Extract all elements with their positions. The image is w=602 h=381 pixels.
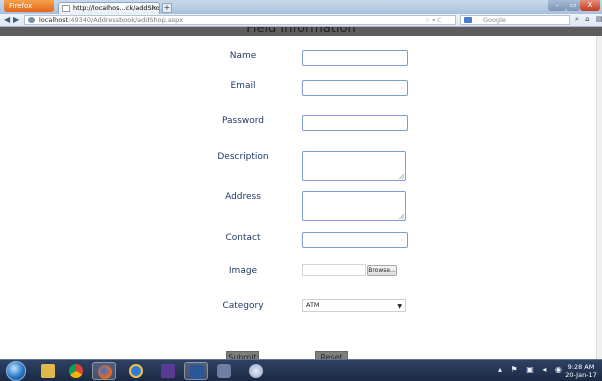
category-selected-value: ATM [306,301,320,309]
window-close-button[interactable]: X [580,0,600,11]
search-box[interactable]: Google [460,15,570,25]
browser-navbar: ◀ ▶ localhost:49340/Addressbook/addShop.… [0,14,602,27]
address-label: Address [225,192,261,202]
visual-studio-icon[interactable] [156,362,180,380]
vertical-scrollbar[interactable] [596,36,602,359]
clock-time: 9:28 AM [567,363,595,371]
ie-icon[interactable] [124,362,148,380]
resize-grip-icon[interactable] [399,214,404,219]
window-maximize-button[interactable]: ▭ [566,0,580,11]
window-minimize-button[interactable]: – [548,0,566,11]
site-identity-icon[interactable] [28,17,35,23]
address-bar[interactable]: localhost:49340/Addressbook/addShop.aspx… [24,15,456,25]
category-label: Category [222,301,264,311]
url-path: :49340/Addressbook/addShop.aspx [68,16,184,24]
windows-taskbar: ▴ ⚑ ▣ ◂ ◉ 9:28 AM 20-Jan-17 [0,359,602,381]
start-button-icon[interactable] [6,361,26,381]
media-icon[interactable] [212,362,236,380]
word-icon[interactable] [184,362,208,380]
page-header: Field Information [0,27,602,36]
resize-grip-icon[interactable] [399,174,404,179]
system-tray-icons[interactable]: ▴ ⚑ ▣ ◂ ◉ [498,365,565,374]
page-title: Field Information [246,27,356,36]
screen: Firefox http://localhos...ck/addShop.asp… [0,0,602,381]
description-label: Description [217,152,269,162]
browser-tab[interactable]: http://localhos...ck/addShop.aspx × [58,2,160,14]
page-favicon-icon [62,5,70,12]
browse-button[interactable]: Browse... [367,265,397,276]
chevron-down-icon[interactable]: ▼ [397,303,402,311]
url-host: localhost [39,16,69,24]
chrome-icon[interactable] [64,362,88,380]
windows-explorer-icon[interactable] [36,362,60,380]
description-textarea[interactable] [302,151,406,181]
search-placeholder: Google [483,16,506,24]
url-tools[interactable]: ☆ ▾ C [425,16,441,24]
new-tab-button[interactable]: + [162,3,172,13]
contact-input[interactable] [302,232,408,248]
forward-arrow-icon[interactable]: ▶ [13,15,19,25]
firefox-icon[interactable] [92,362,116,380]
photos-icon[interactable] [244,362,268,380]
contact-label: Contact [225,233,261,243]
back-arrow-icon[interactable]: ◀ [4,15,10,25]
tab-title: http://localhos...ck/addShop.aspx [73,4,160,12]
password-input[interactable] [302,115,408,131]
search-engine-icon[interactable] [464,17,472,23]
tab-close-icon[interactable]: × [151,3,157,14]
image-file-path[interactable] [302,264,366,276]
address-textarea[interactable] [302,191,406,221]
category-select[interactable]: ATM ▼ [302,299,406,312]
email-label: Email [230,81,256,91]
name-label: Name [229,51,257,61]
taskbar-clock[interactable]: 9:28 AM 20-Jan-17 [562,363,600,379]
email-input[interactable] [302,80,408,96]
clock-date: 20-Jan-17 [565,371,597,379]
password-label: Password [221,116,265,126]
image-label: Image [228,266,258,276]
browser-titlebar: Firefox http://localhos...ck/addShop.asp… [0,0,602,14]
firefox-menu-button[interactable]: Firefox [4,0,54,12]
toolbar-icons[interactable]: ⌕ ⌂ ▤ [575,15,602,24]
name-input[interactable] [302,50,408,66]
